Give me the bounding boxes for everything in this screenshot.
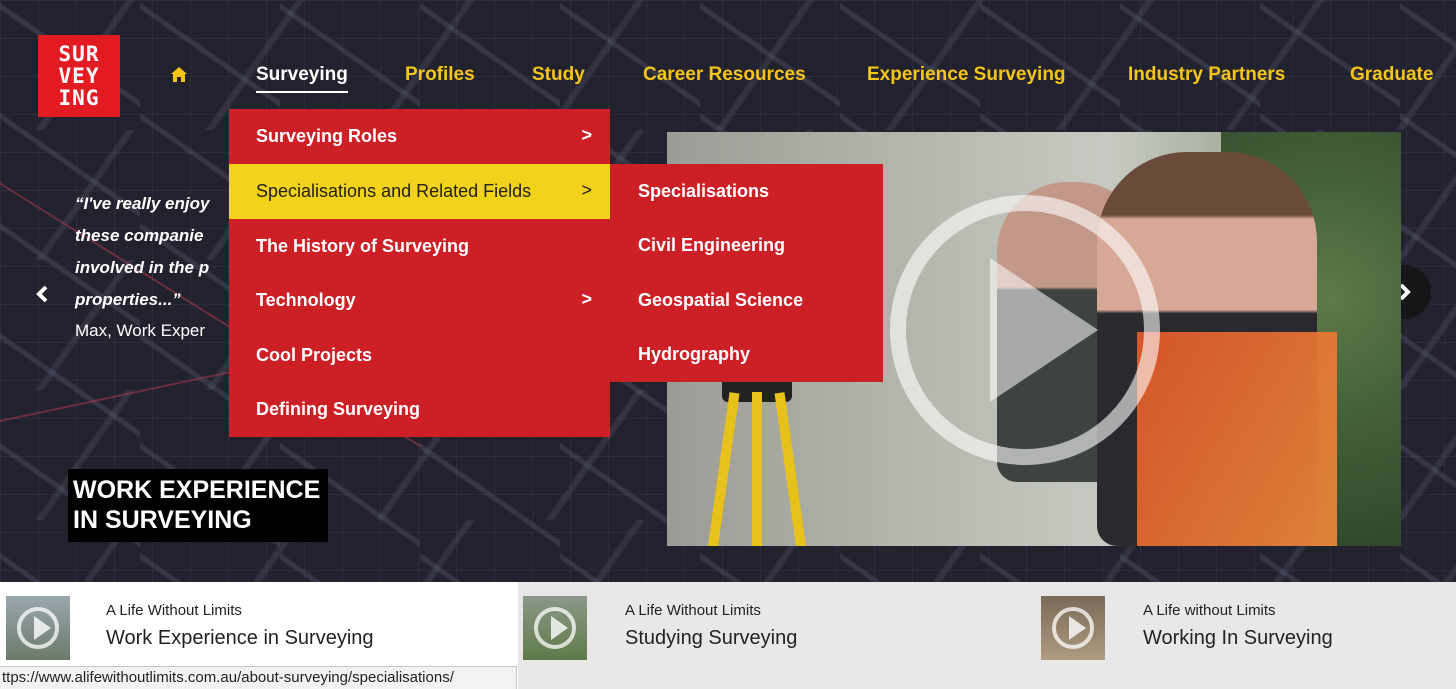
- site-logo[interactable]: SUR VEY ING: [38, 35, 120, 117]
- play-icon: [990, 258, 1098, 402]
- hero-title-line: WORK EXPERIENCE: [73, 476, 321, 504]
- nav-item-study[interactable]: Study: [532, 64, 585, 86]
- menu-item-label: Defining Surveying: [256, 399, 421, 419]
- nav-item-industry-partners[interactable]: Industry Partners: [1128, 64, 1285, 86]
- menu-item-cool-projects[interactable]: Cool Projects: [229, 328, 610, 383]
- nav-item-career-resources[interactable]: Career Resources: [643, 64, 806, 86]
- quote-author: Max, Work Exper: [75, 321, 206, 340]
- specialisations-submenu: Specialisations Civil Engineering Geospa…: [610, 164, 883, 382]
- quote-line: involved in the p: [75, 258, 210, 277]
- hero-quote: “I've really enjoy these companie involv…: [75, 188, 255, 316]
- surveying-dropdown-menu: Surveying Roles > Specialisations and Re…: [229, 109, 610, 437]
- video-thumbnail: [1041, 596, 1105, 660]
- logo-line: VEY: [58, 64, 100, 88]
- nav-item-profiles[interactable]: Profiles: [405, 64, 475, 86]
- quote-line: “I've really enjoy: [75, 194, 210, 213]
- nav-item-experience-surveying[interactable]: Experience Surveying: [867, 64, 1066, 86]
- chevron-left-icon: [36, 285, 48, 303]
- chevron-right-icon: >: [581, 125, 592, 145]
- video-card-title: Working In Surveying: [1143, 627, 1333, 649]
- chevron-right-icon: >: [581, 289, 592, 309]
- home-icon[interactable]: [170, 66, 188, 84]
- chevron-right-icon: >: [581, 180, 592, 200]
- quote-line: properties...”: [75, 290, 181, 309]
- menu-item-label: Specialisations and Related Fields: [256, 181, 532, 201]
- play-icon: [1069, 616, 1086, 640]
- menu-item-specialisations[interactable]: Specialisations and Related Fields >: [229, 164, 610, 219]
- video-card[interactable]: A Life Without Limits Studying Surveying: [518, 582, 1037, 689]
- menu-item-history[interactable]: The History of Surveying: [229, 219, 610, 274]
- play-icon: [34, 616, 51, 640]
- menu-item-label: Technology: [256, 290, 356, 310]
- video-card-subtitle: A Life without Limits: [1143, 602, 1276, 619]
- video-card-title: Studying Surveying: [625, 627, 798, 649]
- hero-title: WORK EXPERIENCE IN SURVEYING: [68, 469, 329, 542]
- video-card-subtitle: A Life Without Limits: [625, 602, 761, 619]
- menu-item-surveying-roles[interactable]: Surveying Roles >: [229, 109, 610, 164]
- logo-line: SUR: [58, 42, 100, 66]
- video-frame-vest: [1137, 332, 1337, 546]
- submenu-item-geospatial-science[interactable]: Geospatial Science: [610, 273, 883, 327]
- submenu-item-hydrography[interactable]: Hydrography: [610, 327, 883, 381]
- menu-item-label: Cool Projects: [256, 345, 373, 365]
- hero-title-line: IN SURVEYING: [73, 506, 252, 534]
- nav-item-graduate[interactable]: Graduate: [1350, 64, 1433, 86]
- menu-item-label: The History of Surveying: [256, 236, 470, 256]
- video-thumbnail: [6, 596, 70, 660]
- play-icon: [551, 616, 568, 640]
- logo-line: ING: [58, 86, 100, 110]
- submenu-item-specialisations[interactable]: Specialisations: [610, 164, 883, 218]
- video-card-title: Work Experience in Surveying: [106, 627, 374, 649]
- menu-item-technology[interactable]: Technology >: [229, 273, 610, 328]
- menu-item-defining-surveying[interactable]: Defining Surveying: [229, 382, 610, 437]
- nav-item-surveying[interactable]: Surveying: [256, 64, 348, 93]
- menu-item-label: Surveying Roles: [256, 126, 398, 146]
- submenu-item-civil-engineering[interactable]: Civil Engineering: [610, 218, 883, 272]
- browser-status-url: ttps://www.alifewithoutlimits.com.au/abo…: [0, 666, 517, 689]
- quote-line: these companie: [75, 226, 204, 245]
- video-card[interactable]: A Life without Limits Working In Surveyi…: [1037, 582, 1456, 689]
- video-thumbnail: [523, 596, 587, 660]
- video-card-subtitle: A Life Without Limits: [106, 602, 242, 619]
- carousel-prev-button[interactable]: [16, 267, 70, 321]
